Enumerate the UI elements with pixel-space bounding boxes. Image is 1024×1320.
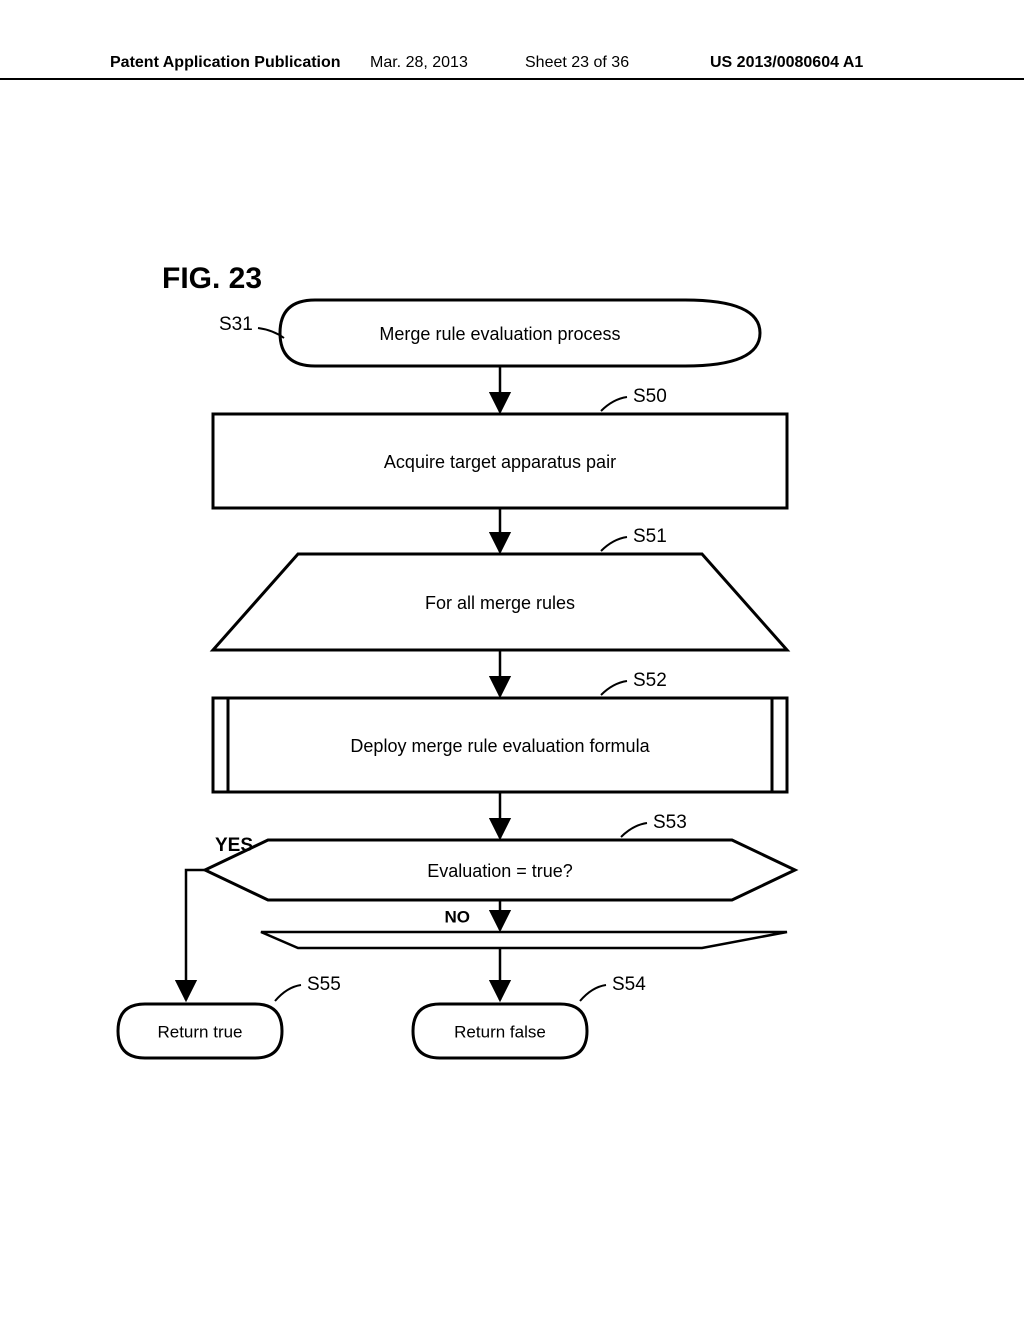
step-s52: Deploy merge rule evaluation formula <box>213 698 787 792</box>
label-s31: S31 <box>219 314 284 338</box>
label-s50-text: S50 <box>633 386 667 407</box>
step-s31: Merge rule evaluation process <box>280 300 760 366</box>
step-s50-text: Acquire target apparatus pair <box>384 452 616 472</box>
step-s53: Evaluation = true? <box>205 840 795 900</box>
step-s55: Return true <box>118 1004 282 1058</box>
step-s50: Acquire target apparatus pair <box>213 414 787 508</box>
label-s50: S50 <box>601 386 667 411</box>
label-s55: S55 <box>275 974 341 1001</box>
label-s51: S51 <box>601 526 667 551</box>
label-s53: S53 <box>621 812 687 837</box>
step-s54: Return false <box>413 1004 587 1058</box>
label-s51-text: S51 <box>633 526 667 547</box>
branch-no: NO <box>445 900 501 930</box>
step-s31-text: Merge rule evaluation process <box>379 324 620 344</box>
step-s54-text: Return false <box>454 1022 546 1041</box>
loop-close <box>261 932 787 948</box>
label-s52-text: S52 <box>633 670 667 691</box>
step-s51-text: For all merge rules <box>425 593 575 613</box>
label-s55-text: S55 <box>307 974 341 995</box>
label-s54-text: S54 <box>612 974 646 995</box>
step-s51: For all merge rules <box>213 554 787 650</box>
label-s54: S54 <box>580 974 646 1001</box>
label-s52: S52 <box>601 670 667 695</box>
step-s52-text: Deploy merge rule evaluation formula <box>350 736 650 756</box>
branch-yes-text: YES <box>215 835 253 856</box>
flowchart: Merge rule evaluation process S31 Acquir… <box>0 0 1024 1320</box>
step-s55-text: Return true <box>157 1022 242 1041</box>
branch-no-text: NO <box>445 907 471 926</box>
page: Patent Application Publication Mar. 28, … <box>0 0 1024 1320</box>
step-s53-text: Evaluation = true? <box>427 861 573 881</box>
label-s53-text: S53 <box>653 812 687 833</box>
label-s31-text: S31 <box>219 314 253 335</box>
